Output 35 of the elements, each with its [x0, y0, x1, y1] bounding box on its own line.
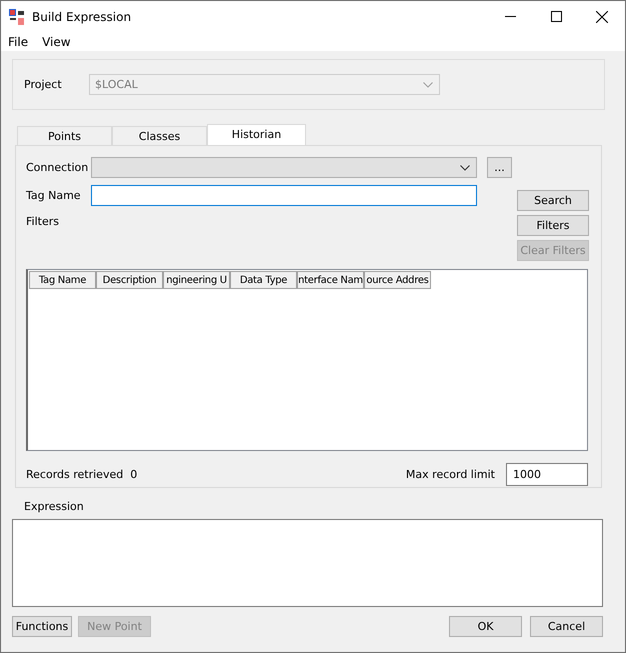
chevron-icon	[460, 164, 470, 170]
tag-name-field[interactable]	[91, 185, 477, 206]
tab[interactable]: Historian	[207, 124, 306, 145]
column-header[interactable]: Description	[96, 271, 163, 289]
filters-label: Filters	[26, 215, 59, 228]
functions-button[interactable]: Functions	[12, 616, 72, 637]
minimize-icon	[504, 16, 516, 17]
maximize-icon	[550, 11, 562, 22]
menu-item[interactable]: File	[8, 34, 28, 48]
records-count: 0	[130, 468, 138, 481]
chevron-icon	[423, 82, 433, 88]
tab[interactable]: Classes	[112, 126, 207, 145]
close-icon	[596, 10, 608, 22]
tag-name-label: Tag Name	[26, 189, 81, 202]
tab[interactable]: Points	[17, 126, 112, 145]
project-label: Project	[24, 78, 62, 91]
max-record-field[interactable]: 1000	[506, 463, 588, 486]
filters-button[interactable]: Filters	[517, 215, 589, 236]
window-title: Build Expression	[32, 10, 132, 24]
column-header[interactable]: nterface Nam	[297, 271, 364, 289]
cancel-button[interactable]: Cancel	[530, 616, 603, 637]
column-header[interactable]: ource Addres	[364, 271, 431, 289]
search-button[interactable]: Search	[517, 190, 589, 211]
connection-label: Connection	[26, 161, 88, 174]
column-header[interactable]: ngineering U	[163, 271, 230, 289]
max-record-label: Max record limit	[406, 468, 495, 481]
expression-label: Expression	[24, 500, 84, 513]
menu-item[interactable]: View	[42, 34, 71, 48]
expression-field[interactable]	[12, 519, 603, 607]
records-label: Records retrieved	[26, 468, 124, 481]
column-header[interactable]: Tag Name	[29, 271, 96, 289]
column-header[interactable]: Data Type	[230, 271, 297, 289]
ok-button[interactable]: OK	[449, 616, 522, 637]
browse-button[interactable]: ...	[487, 157, 512, 178]
app-icon	[9, 8, 25, 24]
